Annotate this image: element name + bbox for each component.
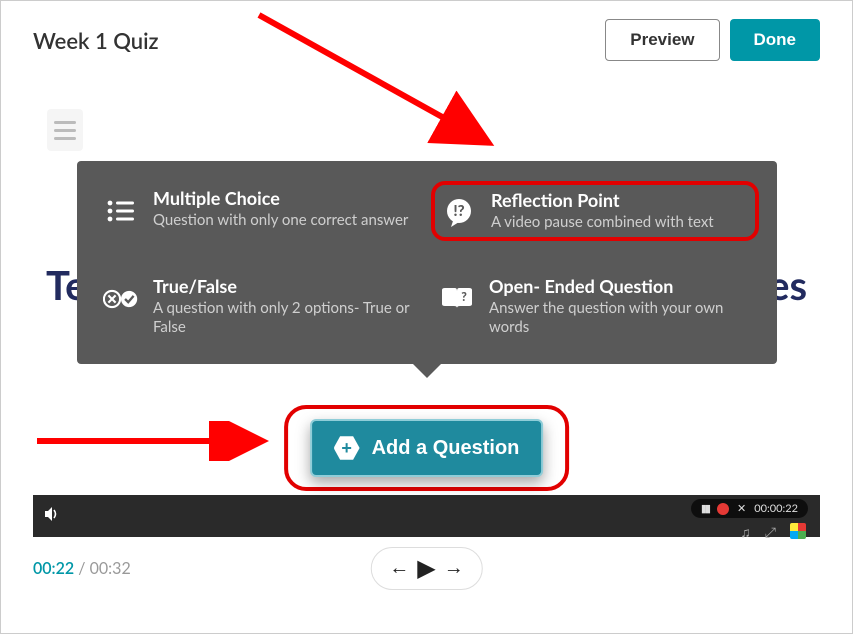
option-title: True/False (153, 275, 415, 297)
time-display: 00:22 / 00:32 (33, 559, 131, 578)
option-desc: Answer the question with your own words (489, 299, 751, 338)
record-icon (717, 503, 729, 515)
done-button[interactable]: Done (730, 19, 821, 61)
pause-icon[interactable]: ▮▮ (701, 502, 709, 515)
overlay-time: 00:00:22 (754, 502, 798, 515)
option-title: Multiple Choice (153, 187, 408, 209)
option-desc: A video pause combined with text (491, 213, 714, 233)
play-button[interactable]: ▶ (417, 554, 435, 583)
current-time: 00:22 (33, 559, 74, 578)
option-reflection-point[interactable]: !? Reflection Point A video pause combin… (431, 181, 759, 241)
svg-text:?: ? (461, 289, 467, 304)
video-tool-icons: ♫ ⤢ (740, 523, 806, 541)
book-question-icon: ? (439, 281, 475, 317)
x-check-icon (103, 281, 139, 317)
question-type-popover: Multiple Choice Question with only one c… (77, 161, 777, 364)
hamburger-icon[interactable] (47, 109, 83, 151)
option-multiple-choice[interactable]: Multiple Choice Question with only one c… (95, 181, 423, 241)
option-desc: A question with only 2 options- True or … (153, 299, 415, 338)
annotation-arrow-1 (239, 3, 519, 163)
prev-button[interactable]: ← (389, 557, 409, 580)
plus-icon: + (334, 435, 360, 461)
option-desc: Question with only one correct answer (153, 211, 408, 231)
option-true-false[interactable]: True/False A question with only 2 option… (95, 269, 423, 344)
speech-exclaim-icon: !? (441, 195, 477, 231)
play-group: ← ▶ → (370, 547, 482, 590)
annotation-arrow-2 (33, 421, 283, 461)
bullet-list-icon (103, 193, 139, 229)
music-icon[interactable]: ♫ (740, 523, 751, 541)
close-icon[interactable]: ✕ (737, 502, 746, 515)
header-buttons: Preview Done (605, 19, 820, 61)
recording-overlay: ▮▮ ✕ 00:00:22 (691, 499, 808, 518)
playback-controls: 00:22 / 00:32 ← ▶ → (33, 559, 820, 578)
volume-icon[interactable] (43, 505, 61, 527)
preview-button[interactable]: Preview (605, 19, 719, 61)
option-title: Reflection Point (491, 189, 714, 211)
duration: 00:32 (90, 559, 131, 578)
option-title: Open- Ended Question (489, 275, 751, 297)
video-controls-bar: ▮▮ ✕ 00:00:22 ♫ ⤢ (33, 495, 820, 537)
add-question-button[interactable]: + Add a Question (310, 419, 544, 477)
add-question-highlight: + Add a Question (284, 405, 570, 491)
add-question-label: Add a Question (372, 437, 520, 460)
expand-icon[interactable]: ⤢ (765, 523, 776, 541)
svg-text:!?: !? (453, 202, 464, 220)
next-button[interactable]: → (444, 557, 464, 580)
app-logo-icon (790, 523, 806, 539)
option-open-ended[interactable]: ? Open- Ended Question Answer the questi… (431, 269, 759, 344)
page-title: Week 1 Quiz (33, 27, 159, 54)
